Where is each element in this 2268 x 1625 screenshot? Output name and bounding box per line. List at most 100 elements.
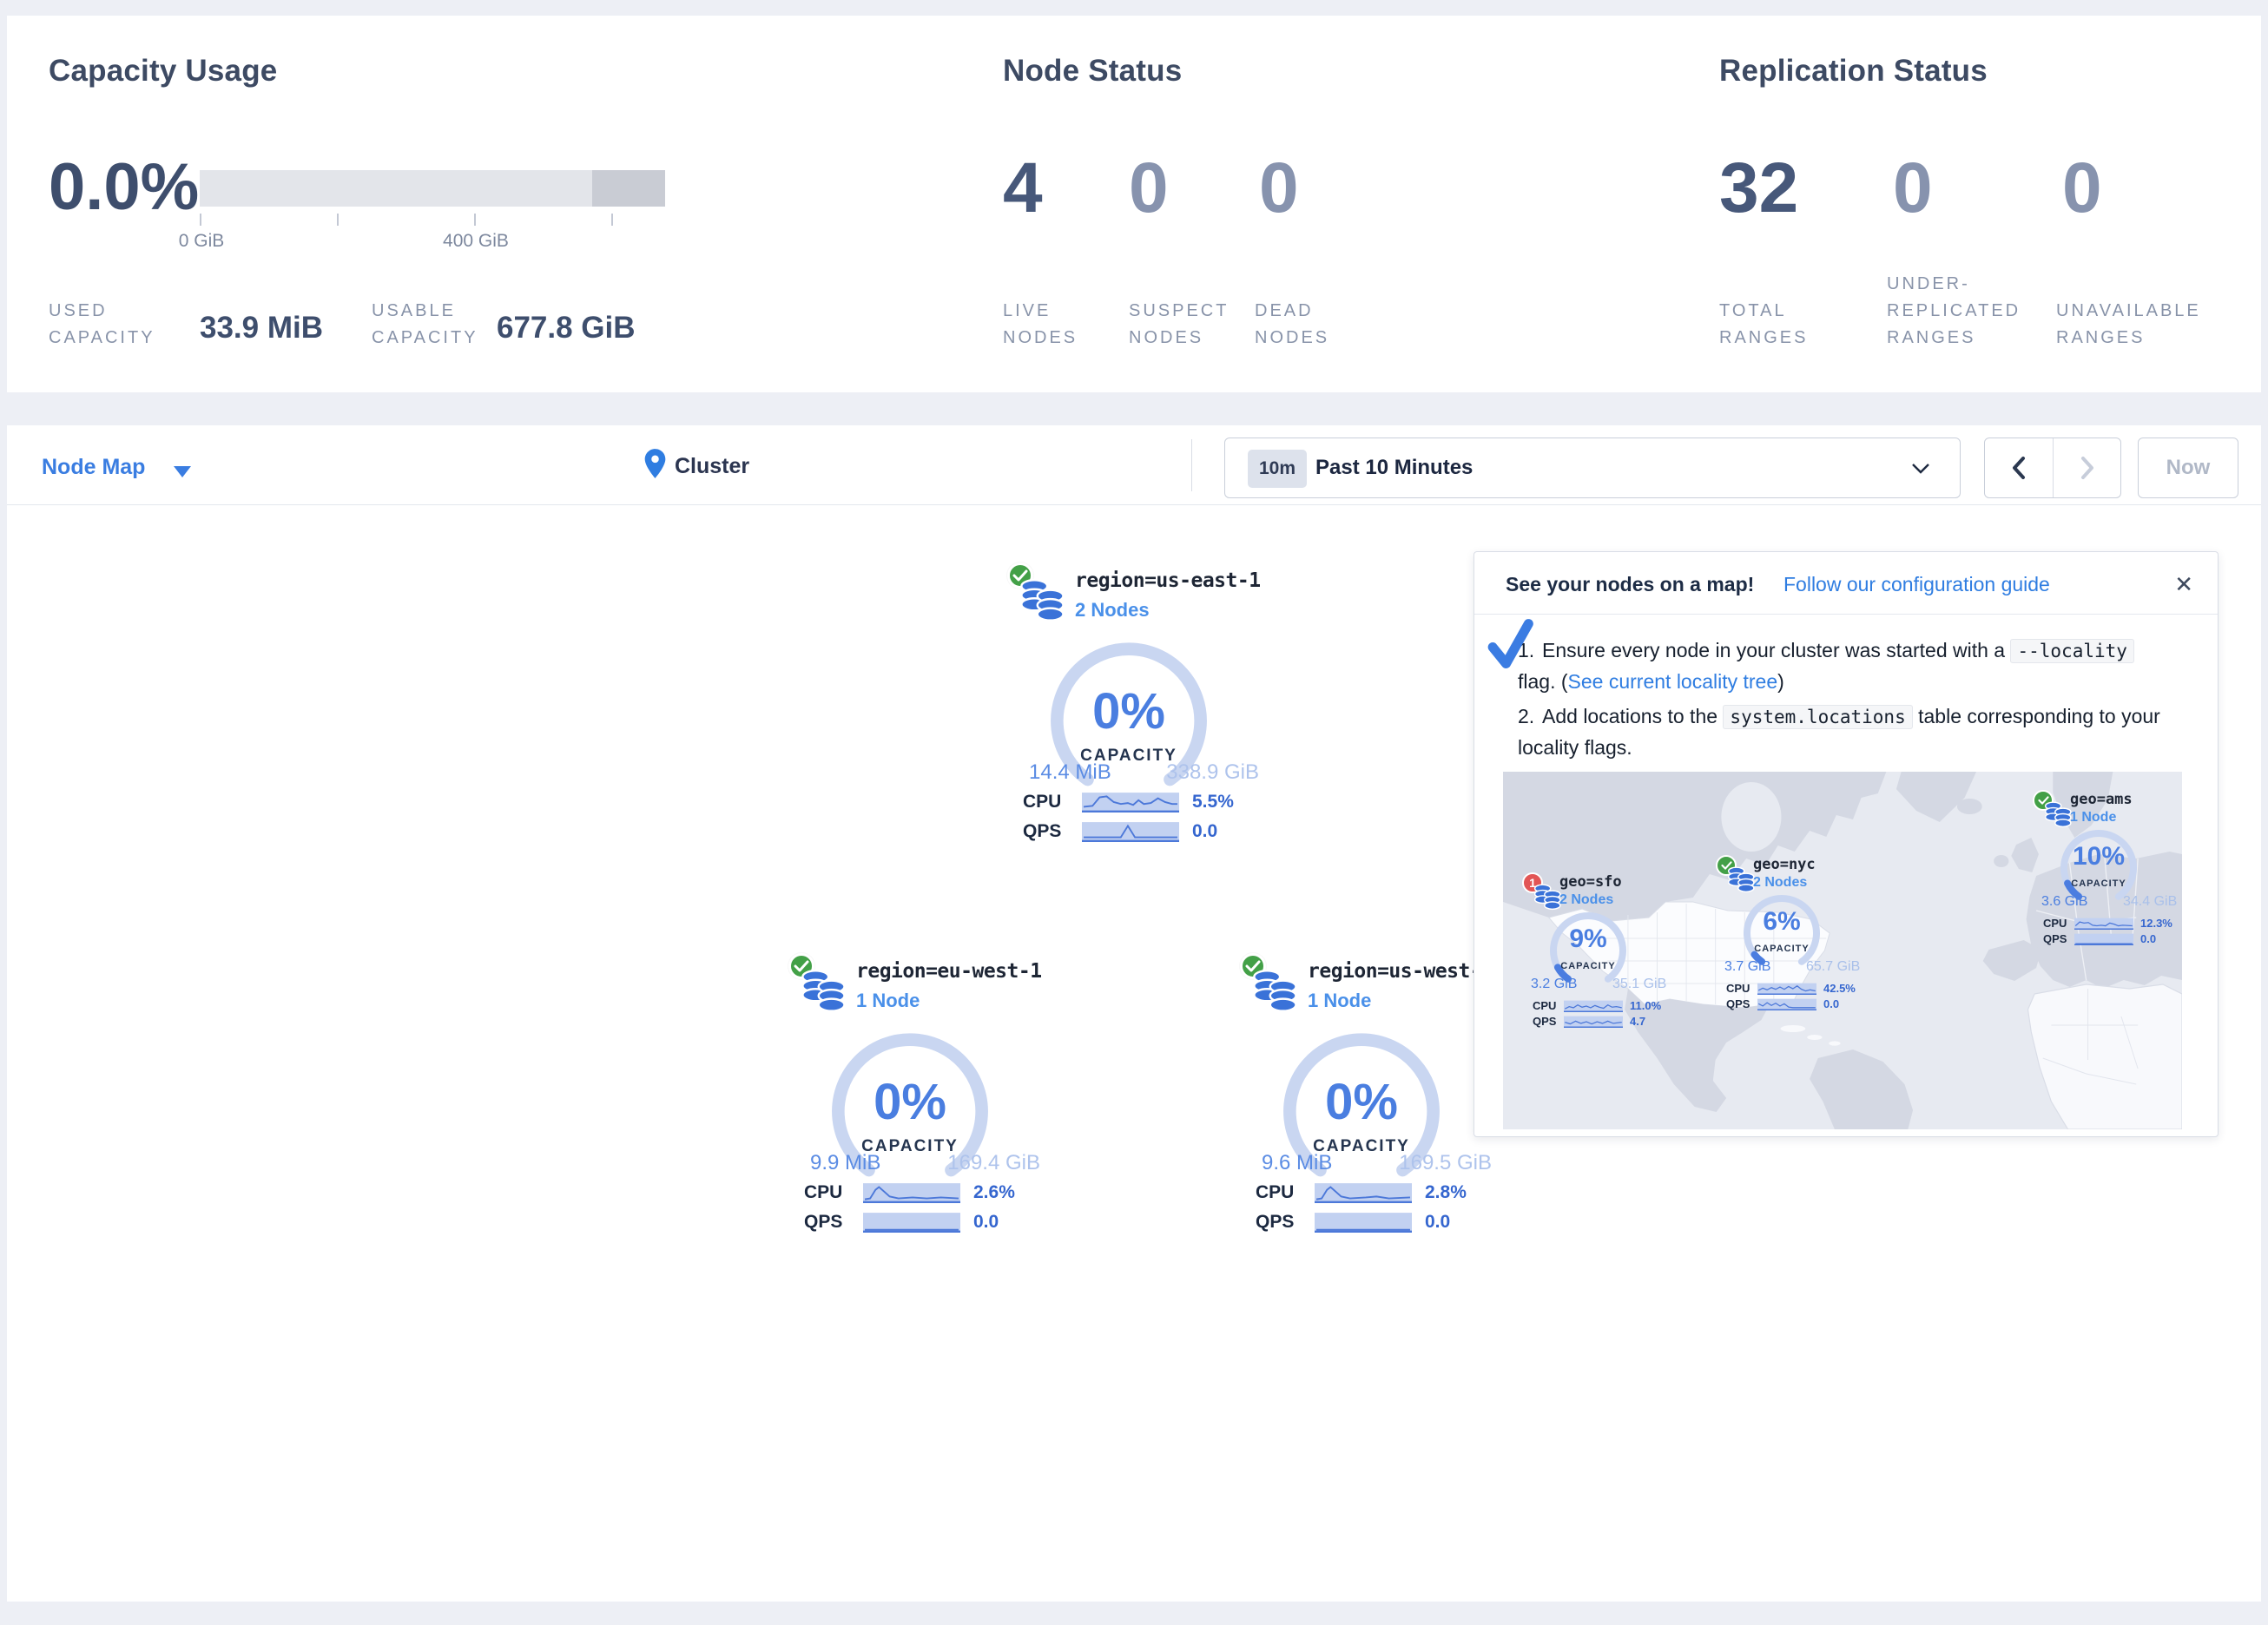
region-name: region=us-west-1	[1308, 960, 1493, 983]
cpu-sparkline	[863, 1182, 960, 1203]
used-capacity-label: USED CAPACITY	[49, 298, 155, 352]
locality-tree-link[interactable]: See current locality tree	[1568, 670, 1778, 693]
region-nodes-link[interactable]: 1 Node	[856, 990, 920, 1012]
qps-label: QPS	[1256, 1212, 1294, 1233]
qps-sparkline	[2074, 933, 2133, 945]
gauge-percent: 6%	[1730, 907, 1834, 937]
region-nodes-link[interactable]: 1 Node	[1308, 990, 1371, 1012]
qps-value: 0.0	[1192, 821, 1217, 842]
cockroachdb-cluster-overview: { "summary": { "capacity": { "title": "C…	[0, 0, 2268, 1625]
breadcrumb-cluster[interactable]: Cluster	[675, 454, 749, 479]
region-used-capacity: 14.4 MiB	[1029, 760, 1111, 785]
view-selector-dropdown[interactable]: Node Map	[42, 455, 145, 480]
popup-header: See your nodes on a map! Follow our conf…	[1474, 552, 2218, 615]
cpu-metric-row: CPU 2.8%	[1256, 1182, 1516, 1203]
database-stack-icon	[799, 967, 847, 1014]
usable-capacity-value: 677.8 GiB	[497, 311, 636, 345]
region-total-capacity: 169.5 GiB	[1399, 1151, 1492, 1175]
setup-step-1: 1.Ensure every node in your cluster was …	[1518, 635, 2160, 697]
system-locations-code: system.locations	[1723, 705, 1912, 729]
cpu-label: CPU	[1023, 792, 1061, 812]
region-used-capacity: 9.6 MiB	[1262, 1151, 1332, 1175]
gauge-capacity-label: CAPACITY	[1536, 961, 1640, 971]
cpu-sparkline	[1757, 983, 1816, 995]
qps-label: QPS	[1023, 821, 1061, 842]
cpu-sparkline	[1315, 1182, 1412, 1203]
close-icon[interactable]: ✕	[2174, 571, 2193, 598]
summary-panel: Capacity Usage 0.0% 0 GiB 400 GiB USED C…	[7, 16, 2261, 392]
gauge-percent: 10%	[2047, 842, 2151, 872]
database-stack-icon	[1250, 967, 1299, 1014]
unavailable-ranges-value: 0	[2062, 153, 2102, 224]
now-button[interactable]: Now	[2138, 438, 2238, 498]
cpu-metric-row: CPU 5.5%	[1023, 792, 1283, 812]
configuration-guide-link[interactable]: Follow our configuration guide	[1783, 573, 2050, 596]
toolbar-divider	[1191, 439, 1192, 491]
qps-sparkline	[1564, 1016, 1623, 1028]
dead-nodes-label: DEADNODES	[1255, 298, 1329, 352]
qps-value: 0.0	[1425, 1212, 1450, 1233]
geo-total-capacity: 34.4 GiB	[2123, 894, 2177, 910]
usable-capacity-label: USABLE CAPACITY	[372, 298, 478, 352]
geo-total-capacity: 65.7 GiB	[1806, 959, 1860, 975]
region-card-us-east-1[interactable]: region=us-east-1 2 Nodes 0% CAPACITY 14.…	[1005, 562, 1301, 849]
nodes-on-map-popup: See your nodes on a map! Follow our conf…	[1474, 551, 2219, 1137]
geo-node-nyc[interactable]: geo=nyc 2 Nodes 6% CAPACITY 3.7 GiB 65.7…	[1716, 852, 1872, 1012]
geo-node-ams[interactable]: geo=ams 1 Node 10% CAPACITY 3.6 GiB 34.4…	[2033, 786, 2182, 947]
completed-check-icon	[1487, 618, 1537, 672]
suspect-nodes-value: 0	[1129, 153, 1169, 224]
qps-sparkline	[1082, 821, 1179, 842]
region-used-capacity: 9.9 MiB	[810, 1151, 880, 1175]
popup-title: See your nodes on a map!	[1506, 573, 1754, 596]
geo-node-sfo[interactable]: 1 geo=sfo 2 Nodes 9% CAPACITY 3.2 GiB 35…	[1522, 869, 1678, 1030]
chevron-down-icon	[1911, 463, 1930, 475]
axis-tick	[200, 214, 201, 226]
gauge-capacity-label: CAPACITY	[1730, 944, 1834, 954]
geo-used-capacity: 3.6 GiB	[2041, 894, 2087, 910]
chevron-right-icon	[2078, 455, 2097, 481]
under-replicated-label: UNDER-REPLICATEDRANGES	[1887, 271, 2021, 352]
region-card-eu-west-1[interactable]: region=eu-west-1 1 Node 0% CAPACITY 9.9 …	[787, 953, 1082, 1240]
capacity-percent: 0.0%	[49, 155, 199, 220]
time-range-dropdown[interactable]: 10m Past 10 Minutes	[1224, 438, 1961, 498]
qps-sparkline	[863, 1212, 960, 1233]
axis-tick-label: 0 GiB	[179, 231, 225, 252]
time-back-button[interactable]	[1985, 438, 2053, 497]
cpu-sparkline	[1082, 792, 1179, 812]
region-nodes-link[interactable]: 2 Nodes	[1075, 599, 1150, 622]
suspect-nodes-label: SUSPECTNODES	[1129, 298, 1229, 352]
region-total-capacity: 169.4 GiB	[947, 1151, 1040, 1175]
pin-icon	[643, 448, 667, 479]
qps-metric-row: QPS 0.0	[2043, 932, 2182, 946]
cpu-sparkline	[1564, 1000, 1623, 1012]
capacity-bar-segment	[592, 170, 665, 207]
total-ranges-label: TOTALRANGES	[1719, 298, 1808, 352]
capacity-bar	[200, 170, 665, 207]
live-nodes-value: 4	[1003, 153, 1043, 224]
geo-used-capacity: 3.2 GiB	[1531, 977, 1577, 992]
cpu-label: CPU	[804, 1182, 842, 1203]
qps-sparkline	[1757, 998, 1816, 1010]
gauge-capacity-label: CAPACITY	[2047, 878, 2151, 889]
database-stack-icon	[1018, 576, 1066, 623]
geo-total-capacity: 35.1 GiB	[1612, 977, 1666, 992]
total-ranges-value: 32	[1719, 153, 1798, 224]
time-forward-button[interactable]	[2053, 438, 2120, 497]
geo-node-count: 1 Node	[2070, 810, 2116, 826]
cpu-sparkline	[2074, 918, 2133, 930]
caret-down-icon[interactable]	[174, 466, 191, 477]
axis-tick	[474, 214, 476, 226]
gauge-percent: 0%	[1042, 682, 1216, 740]
cpu-value: 5.5%	[1192, 792, 1234, 812]
qps-metric-row: QPS 0.0	[1256, 1212, 1516, 1233]
capacity-usage-title: Capacity Usage	[49, 54, 277, 89]
cpu-metric-row: CPU 2.6%	[804, 1182, 1065, 1203]
geo-node-name: geo=sfo	[1559, 873, 1622, 891]
time-range-badge: 10m	[1248, 450, 1307, 488]
live-nodes-label: LIVENODES	[1003, 298, 1078, 352]
axis-tick	[611, 214, 613, 226]
qps-metric-row: QPS 0.0	[1023, 821, 1283, 842]
replication-status-title: Replication Status	[1719, 54, 1988, 89]
gauge-percent: 0%	[1275, 1073, 1448, 1131]
geo-node-name: geo=nyc	[1753, 856, 1816, 873]
